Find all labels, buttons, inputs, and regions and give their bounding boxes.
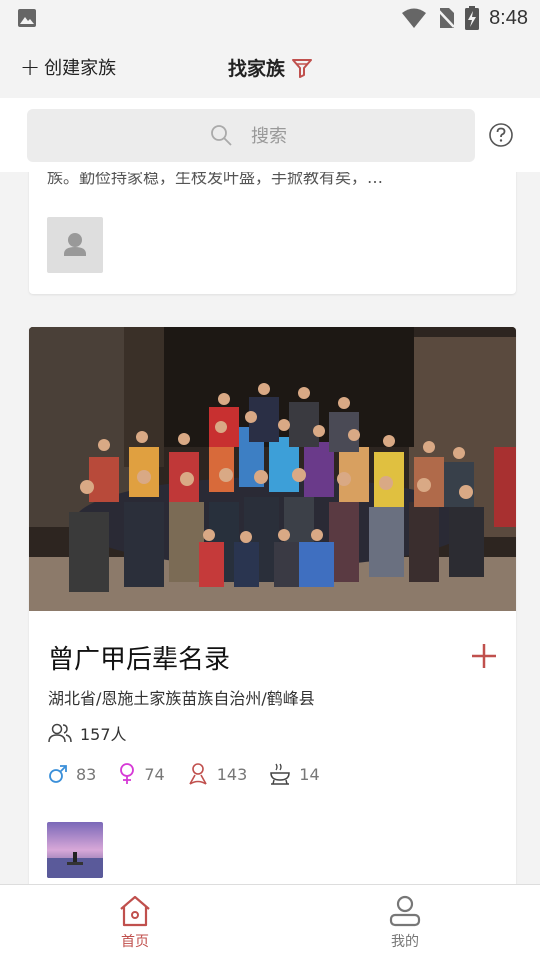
family-list[interactable]: 族。勤俭持家稳，生枝发叶盛，手掀教有矣，… 曾广甲后辈名录 湖北省/恩施土家族苗… (0, 172, 540, 884)
page-title: 找家族 (228, 58, 286, 80)
family-description: 族。勤俭持家稳，生枝发叶盛，手掀教有矣，… (47, 172, 384, 187)
person-ribbon-icon (189, 763, 207, 785)
family-thumbnail[interactable] (47, 217, 103, 273)
member-avatar-thumbnail[interactable] (47, 822, 103, 878)
female-count: 74 (118, 763, 165, 785)
family-cover-photo[interactable] (29, 327, 516, 611)
male-count: 83 (48, 764, 96, 784)
avatar-image (47, 822, 103, 878)
create-family-button[interactable]: + 创建家族 (20, 54, 116, 80)
family-card[interactable]: 族。勤俭持家稳，生枝发叶盛，手掀教有矣，… (29, 172, 516, 294)
search-input[interactable]: 搜索 (27, 109, 475, 162)
user-icon (389, 895, 421, 927)
female-icon (120, 763, 135, 784)
family-location: 湖北省/恩施土家族苗族自治州/鹤峰县 (48, 689, 315, 708)
member-count: 157人 (48, 721, 127, 745)
search-placeholder: 搜索 (251, 126, 287, 147)
tab-home[interactable]: 首页 (95, 895, 175, 951)
search-icon (211, 125, 232, 146)
no-sim-icon (437, 8, 455, 28)
group-icon (48, 723, 72, 743)
male-count-value: 83 (76, 764, 97, 784)
page-title-group: 找家族 (228, 54, 313, 81)
family-name[interactable]: 曾广甲后辈名录 (48, 639, 230, 676)
generation-count: 14 (269, 763, 320, 785)
top-bar: + 创建家族 找家族 (0, 36, 540, 98)
deceased-count: 143 (187, 763, 248, 785)
member-stats: 83 74 143 14 (48, 763, 342, 785)
wifi-icon (402, 8, 427, 28)
filter-icon[interactable] (291, 57, 313, 79)
gallery-icon (18, 9, 36, 27)
tab-mine[interactable]: 我的 (365, 895, 445, 951)
tab-home-label: 首页 (121, 934, 149, 950)
help-icon[interactable] (489, 123, 513, 147)
battery-icon (465, 6, 480, 30)
bottom-tab-bar: 首页 我的 (0, 884, 540, 961)
search-bar-row: 搜索 (0, 98, 540, 172)
plus-icon: + (20, 53, 41, 81)
home-icon (120, 895, 150, 927)
member-count-value: 157人 (80, 725, 127, 744)
group-photo-image (29, 327, 516, 611)
incense-burner-icon (270, 763, 291, 785)
generation-count-value: 14 (299, 764, 320, 784)
add-icon[interactable] (469, 641, 499, 671)
male-icon (49, 765, 67, 783)
create-family-label: 创建家族 (44, 58, 117, 79)
person-placeholder-icon (64, 233, 86, 256)
status-bar: 8:48 (0, 0, 540, 36)
family-card[interactable]: 曾广甲后辈名录 湖北省/恩施土家族苗族自治州/鹤峰县 157人 83 74 14… (29, 327, 516, 884)
female-count-value: 74 (144, 764, 165, 784)
clock: 8:48 (489, 6, 528, 29)
tab-mine-label: 我的 (391, 934, 419, 950)
deceased-count-value: 143 (216, 764, 248, 784)
